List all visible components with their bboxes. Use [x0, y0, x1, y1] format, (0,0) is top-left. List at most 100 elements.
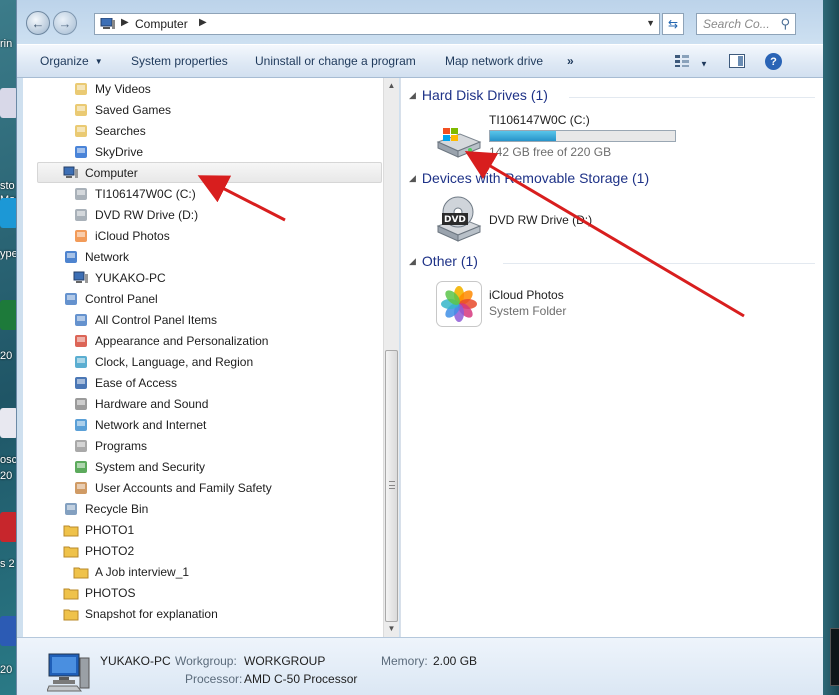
navigation-pane: My Videos Saved Games Searches SkyDrive Comp…: [23, 78, 383, 637]
nav-item-label: A Job interview_1: [95, 564, 190, 579]
nav-item[interactable]: Network and Internet: [73, 414, 427, 435]
folder-icon: [63, 585, 79, 601]
help-icon[interactable]: ?: [765, 53, 782, 70]
d-drive-name[interactable]: DVD RW Drive (D:): [489, 213, 592, 227]
icloud-photos-icon[interactable]: [436, 281, 482, 327]
nav-item[interactable]: Recycle Bin: [63, 498, 417, 519]
svg-text:DVD: DVD: [444, 215, 466, 225]
nav-item[interactable]: My Videos: [73, 78, 427, 99]
nav-item[interactable]: PHOTO2: [63, 540, 417, 561]
nav-item-label: TI106147W0C (C:): [95, 186, 196, 201]
nav-item-label: Control Panel: [85, 291, 158, 306]
nav-item-label: PHOTOS: [85, 585, 136, 600]
recycle-bin-icon: [63, 501, 79, 517]
preview-pane-icon[interactable]: [729, 54, 745, 68]
nav-item[interactable]: All Control Panel Items: [73, 309, 427, 330]
saved-games-icon: [73, 102, 89, 118]
breadcrumb-computer[interactable]: Computer: [135, 17, 188, 31]
system-properties-button[interactable]: System properties: [131, 54, 228, 68]
nav-item[interactable]: YUKAKO-PC: [73, 267, 427, 288]
nav-item[interactable]: Programs: [73, 435, 427, 456]
security-icon: [73, 459, 89, 475]
nav-item-label: Ease of Access: [95, 375, 178, 390]
nav-item[interactable]: iCloud Photos: [73, 225, 427, 246]
more-commands-button[interactable]: »: [567, 54, 574, 68]
nav-scrollbar[interactable]: ▲ ▼: [383, 78, 399, 637]
c-drive-usage-bar: [489, 130, 676, 142]
nav-item[interactable]: User Accounts and Family Safety: [73, 477, 427, 498]
searches-icon: [73, 123, 89, 139]
group-title: Other (1): [421, 253, 478, 269]
chevron-down-icon: ▼: [94, 57, 103, 67]
address-dropdown-icon[interactable]: ▼: [646, 18, 655, 28]
back-button[interactable]: ←: [26, 11, 50, 35]
c-drive-usage-fill: [490, 131, 556, 141]
nav-item[interactable]: Searches: [73, 120, 427, 141]
dvd-drive-icon[interactable]: DVD: [434, 196, 484, 242]
nav-item-label: Hardware and Sound: [95, 396, 209, 411]
nav-item-label: Computer: [85, 165, 138, 180]
view-options-chevron-icon[interactable]: ▼: [700, 56, 708, 70]
clock-icon: [73, 354, 89, 370]
nav-item[interactable]: DVD RW Drive (D:): [73, 204, 427, 225]
desktop-edge: [822, 0, 839, 695]
collapse-triangle-icon[interactable]: ◢: [409, 90, 416, 101]
address-bar[interactable]: ▶ Computer ▶ ▼: [94, 13, 660, 35]
collapse-triangle-icon[interactable]: ◢: [409, 256, 416, 267]
uninstall-program-button[interactable]: Uninstall or change a program: [255, 54, 416, 68]
breadcrumb-separator-icon[interactable]: ▶: [199, 17, 207, 28]
scroll-down-icon[interactable]: ▼: [384, 621, 399, 637]
c-drive-name[interactable]: TI106147W0C (C:): [489, 113, 590, 127]
nav-item[interactable]: PHOTOS: [63, 582, 417, 603]
nav-item[interactable]: Appearance and Personalization: [73, 330, 427, 351]
nav-item[interactable]: Saved Games: [73, 99, 427, 120]
control-panel-icon: [73, 312, 89, 328]
nav-item[interactable]: Hardware and Sound: [73, 393, 427, 414]
computer-icon: [63, 165, 79, 181]
nav-item-label: PHOTO2: [85, 543, 135, 558]
icloud-photos-type: System Folder: [489, 304, 567, 318]
videos-folder-icon: [73, 81, 89, 97]
nav-item[interactable]: Network: [63, 246, 417, 267]
nav-item[interactable]: Clock, Language, and Region: [73, 351, 427, 372]
scroll-up-icon[interactable]: ▲: [384, 78, 399, 94]
skydrive-icon: [73, 144, 89, 160]
collapse-triangle-icon[interactable]: ◢: [409, 173, 416, 184]
nav-item[interactable]: Computer: [37, 162, 382, 183]
nav-item[interactable]: Snapshot for explanation: [63, 603, 417, 624]
explorer-window: ← → ▶ Computer ▶ ▼ ⇆ Search Co... ⚲ Orga…: [16, 0, 823, 695]
forward-arrow-icon: →: [58, 15, 72, 31]
refresh-button[interactable]: ⇆: [662, 13, 684, 35]
nav-item[interactable]: Ease of Access: [73, 372, 427, 393]
nav-item-label: PHOTO1: [85, 522, 135, 537]
back-arrow-icon: ←: [31, 15, 45, 31]
search-box[interactable]: Search Co... ⚲: [696, 13, 796, 35]
nav-item-label: My Videos: [95, 81, 151, 96]
nav-item-label: All Control Panel Items: [95, 312, 218, 327]
appearance-icon: [73, 333, 89, 349]
icloud-photos-name[interactable]: iCloud Photos: [489, 288, 564, 302]
change-view-icon[interactable]: [674, 54, 690, 68]
group-header-removable-storage[interactable]: ◢ Devices with Removable Storage (1): [409, 170, 649, 186]
search-icon[interactable]: ⚲: [780, 16, 790, 32]
organize-button[interactable]: Organize ▼: [40, 54, 103, 68]
hard-drive-icon[interactable]: [434, 124, 484, 160]
map-network-drive-button[interactable]: Map network drive: [445, 54, 543, 68]
hardware-icon: [73, 396, 89, 412]
group-header-other[interactable]: ◢ Other (1): [409, 253, 478, 269]
nav-item-label: Saved Games: [95, 102, 172, 117]
nav-item[interactable]: System and Security: [73, 456, 427, 477]
details-pc-name: YUKAKO-PC: [100, 654, 171, 668]
nav-item[interactable]: PHOTO1: [63, 519, 417, 540]
nav-item[interactable]: A Job interview_1: [73, 561, 427, 582]
programs-icon: [73, 438, 89, 454]
computer-icon: [73, 270, 89, 286]
nav-item-label: YUKAKO-PC: [95, 270, 166, 285]
group-header-hard-disk-drives[interactable]: ◢ Hard Disk Drives (1): [409, 87, 548, 103]
nav-item[interactable]: SkyDrive: [73, 141, 427, 162]
scroll-thumb[interactable]: [385, 350, 398, 622]
nav-item[interactable]: Control Panel: [63, 288, 417, 309]
nav-item[interactable]: TI106147W0C (C:): [73, 183, 427, 204]
breadcrumb-separator-icon[interactable]: ▶: [121, 17, 129, 28]
forward-button[interactable]: →: [53, 11, 77, 35]
